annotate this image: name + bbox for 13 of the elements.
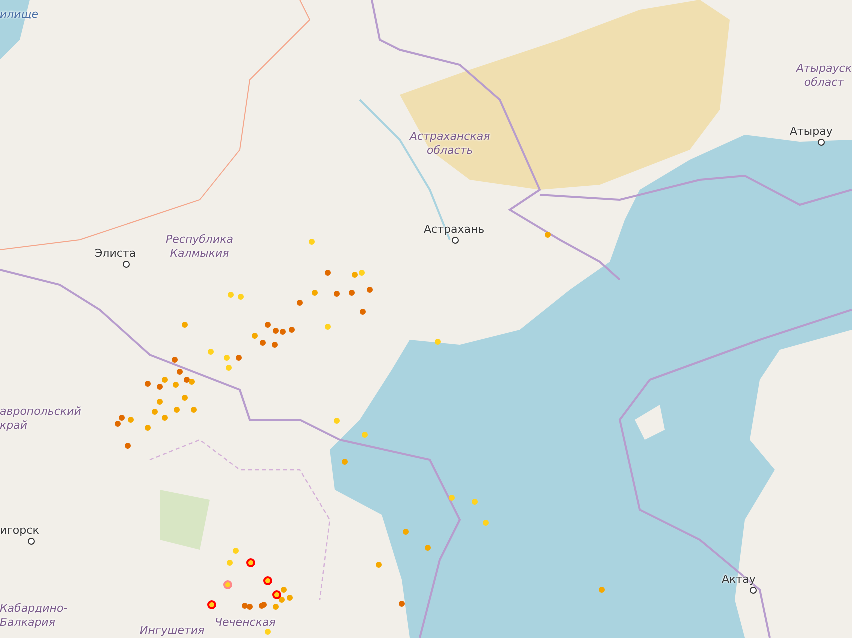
region-label: Ингушетия: [140, 624, 205, 638]
city-marker-icon: [750, 587, 757, 594]
region-label: Республика Калмыкия: [166, 233, 234, 260]
city-label: игорск: [0, 524, 40, 538]
city-label: Атырау: [790, 125, 833, 139]
region-label: авропольский край: [0, 405, 82, 432]
city-label: Астрахань: [424, 223, 485, 237]
region-label: Атырауск област: [796, 62, 852, 90]
region-label: Кабардино- Балкария: [0, 602, 68, 630]
region-label: Чеченская: [215, 616, 276, 630]
city-label: Элиста: [95, 247, 136, 261]
city-label: Актау: [722, 573, 756, 587]
region-label: Астраханская область: [410, 130, 490, 158]
